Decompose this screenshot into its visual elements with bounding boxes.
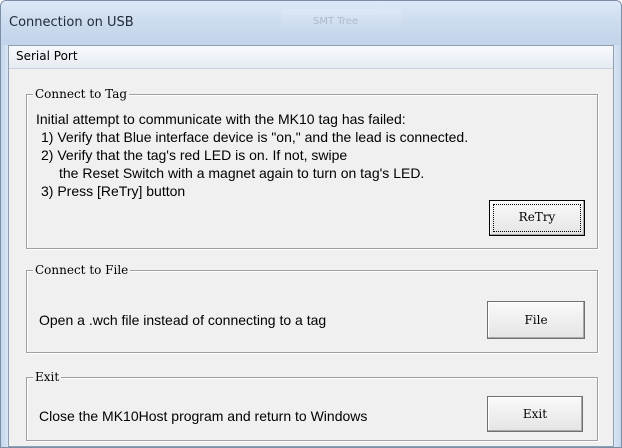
- tag-message-line-3: 2) Verify that the tag's red LED is on. …: [41, 147, 348, 163]
- dialog-window: Connection on USB SMT Tree Serial Port C…: [0, 0, 622, 448]
- window-frame-left: [1, 45, 8, 447]
- tag-message-line-5: 3) Press [ReTry] button: [41, 183, 186, 199]
- file-button-label: File: [524, 313, 548, 327]
- tag-message-line-1: Initial attempt to communicate with the …: [36, 111, 406, 127]
- file-button[interactable]: File: [487, 301, 585, 339]
- exit-legend: Exit: [33, 370, 62, 384]
- connect-to-file-legend: Connect to File: [33, 263, 131, 277]
- tag-message-line-4: the Reset Switch with a magnet again to …: [59, 165, 425, 181]
- exit-description: Close the MK10Host program and return to…: [39, 408, 368, 424]
- dialog-client-area: Serial Port Connect to Tag Initial attem…: [8, 45, 614, 447]
- exit-group: Exit Close the MK10Host program and retu…: [26, 370, 598, 441]
- connect-to-file-group: Connect to File Open a .wch file instead…: [26, 263, 598, 353]
- background-window-tab-label: SMT Tree: [313, 16, 359, 27]
- background-window-tab: SMT Tree: [281, 9, 401, 35]
- exit-button-label: Exit: [522, 407, 548, 421]
- exit-button[interactable]: Exit: [487, 396, 583, 432]
- connect-to-tag-group: Connect to Tag Initial attempt to commun…: [26, 87, 598, 249]
- retry-button-label: ReTry: [518, 210, 556, 224]
- file-description: Open a .wch file instead of connecting t…: [39, 312, 327, 328]
- menu-item-serial-port[interactable]: Serial Port: [12, 49, 82, 63]
- connect-to-tag-legend: Connect to Tag: [33, 87, 130, 101]
- tag-message-line-2: 1) Verify that Blue interface device is …: [41, 129, 469, 145]
- retry-button[interactable]: ReTry: [489, 200, 585, 236]
- window-frame-right: [614, 45, 621, 447]
- window-title: Connection on USB: [9, 15, 134, 30]
- menu-bar: Serial Port: [9, 46, 613, 69]
- title-bar[interactable]: Connection on USB SMT Tree: [1, 1, 621, 45]
